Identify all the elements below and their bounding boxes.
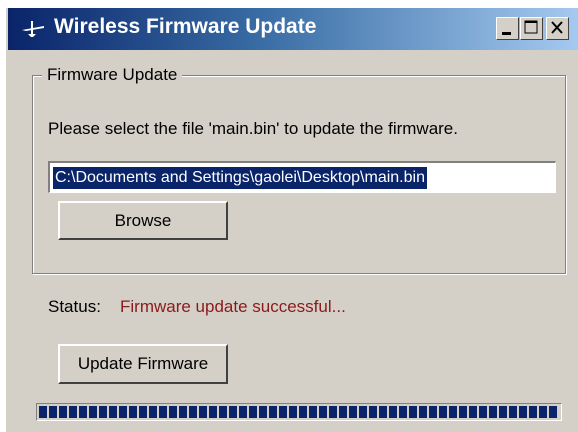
window-title: Wireless Firmware Update [54, 15, 317, 38]
instruction-text: Please select the file 'main.bin' to upd… [48, 119, 458, 138]
maximize-icon [524, 20, 538, 34]
group-legend: Firmware Update [42, 65, 183, 85]
app-icon [22, 21, 44, 37]
close-icon [551, 21, 563, 34]
file-path-field[interactable]: C:\Documents and Settings\gaolei\Desktop… [48, 161, 556, 193]
firmware-update-window: Wireless Firmware Update Firmware Update… [6, 8, 578, 432]
update-firmware-button[interactable]: Update Firmware [58, 344, 228, 384]
maximize-button[interactable] [520, 17, 543, 40]
title-bar[interactable]: Wireless Firmware Update [8, 8, 578, 50]
file-path-text[interactable]: C:\Documents and Settings\gaolei\Desktop… [53, 167, 427, 189]
status-message: Firmware update successful... [120, 297, 346, 316]
progress-fill [39, 406, 559, 418]
minimize-icon [502, 32, 511, 35]
browse-button[interactable]: Browse [58, 201, 228, 240]
close-button[interactable] [546, 17, 569, 40]
minimize-button[interactable] [496, 17, 519, 40]
status-label: Status: [48, 297, 101, 316]
progress-bar [36, 403, 562, 421]
